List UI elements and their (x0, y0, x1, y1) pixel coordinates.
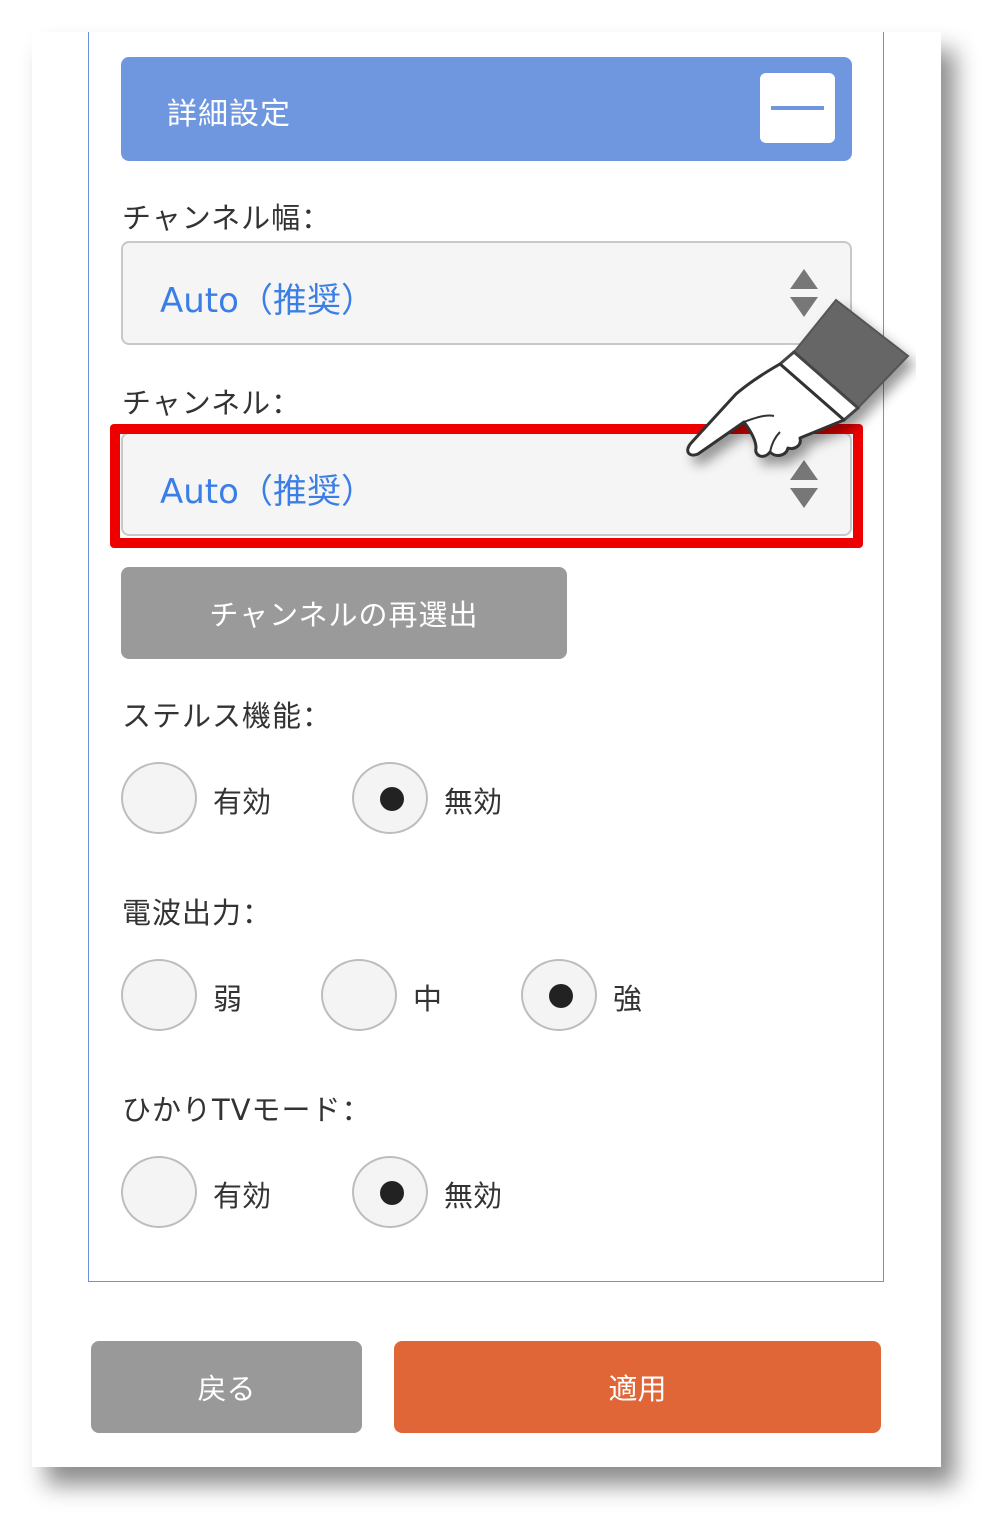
pointing-hand-icon (686, 298, 910, 458)
radio-label: 中 (413, 982, 443, 1016)
radio-label: 有効 (213, 785, 272, 819)
radio-circle (352, 1156, 428, 1228)
channel-width-value: Auto（推奨） (160, 281, 375, 321)
radio-label: 無効 (444, 1179, 503, 1213)
radio-circle (121, 762, 197, 834)
radio-selected-dot (380, 1181, 404, 1205)
radio-label: 強 (613, 982, 643, 1016)
channel-label: チャンネル： (122, 386, 302, 420)
stealth-label: ステルス機能： (122, 699, 333, 733)
radio-label: 弱 (213, 982, 243, 1016)
radio-power-label: 電波出力： (122, 896, 273, 930)
channel-reselect-button[interactable]: チャンネルの再選出 (121, 567, 567, 659)
back-button[interactable]: 戻る (91, 1341, 362, 1433)
radio-circle (521, 959, 597, 1031)
radio-circle (121, 959, 197, 1031)
radio-circle (352, 762, 428, 834)
radio-selected-dot (549, 984, 573, 1008)
minus-icon (771, 106, 824, 110)
apply-button[interactable]: 適用 (394, 1341, 881, 1433)
advanced-settings-header[interactable]: 詳細設定 (121, 57, 852, 161)
radio-selected-dot (380, 787, 404, 811)
radio-circle (121, 1156, 197, 1228)
hikari-tv-label: ひかりTVモード： (122, 1093, 372, 1127)
advanced-settings-title: 詳細設定 (167, 97, 291, 132)
radio-label: 無効 (444, 785, 503, 819)
collapse-button[interactable] (760, 73, 835, 143)
radio-circle (321, 959, 397, 1031)
channel-width-label: チャンネル幅： (122, 201, 332, 235)
radio-label: 有効 (213, 1179, 272, 1213)
